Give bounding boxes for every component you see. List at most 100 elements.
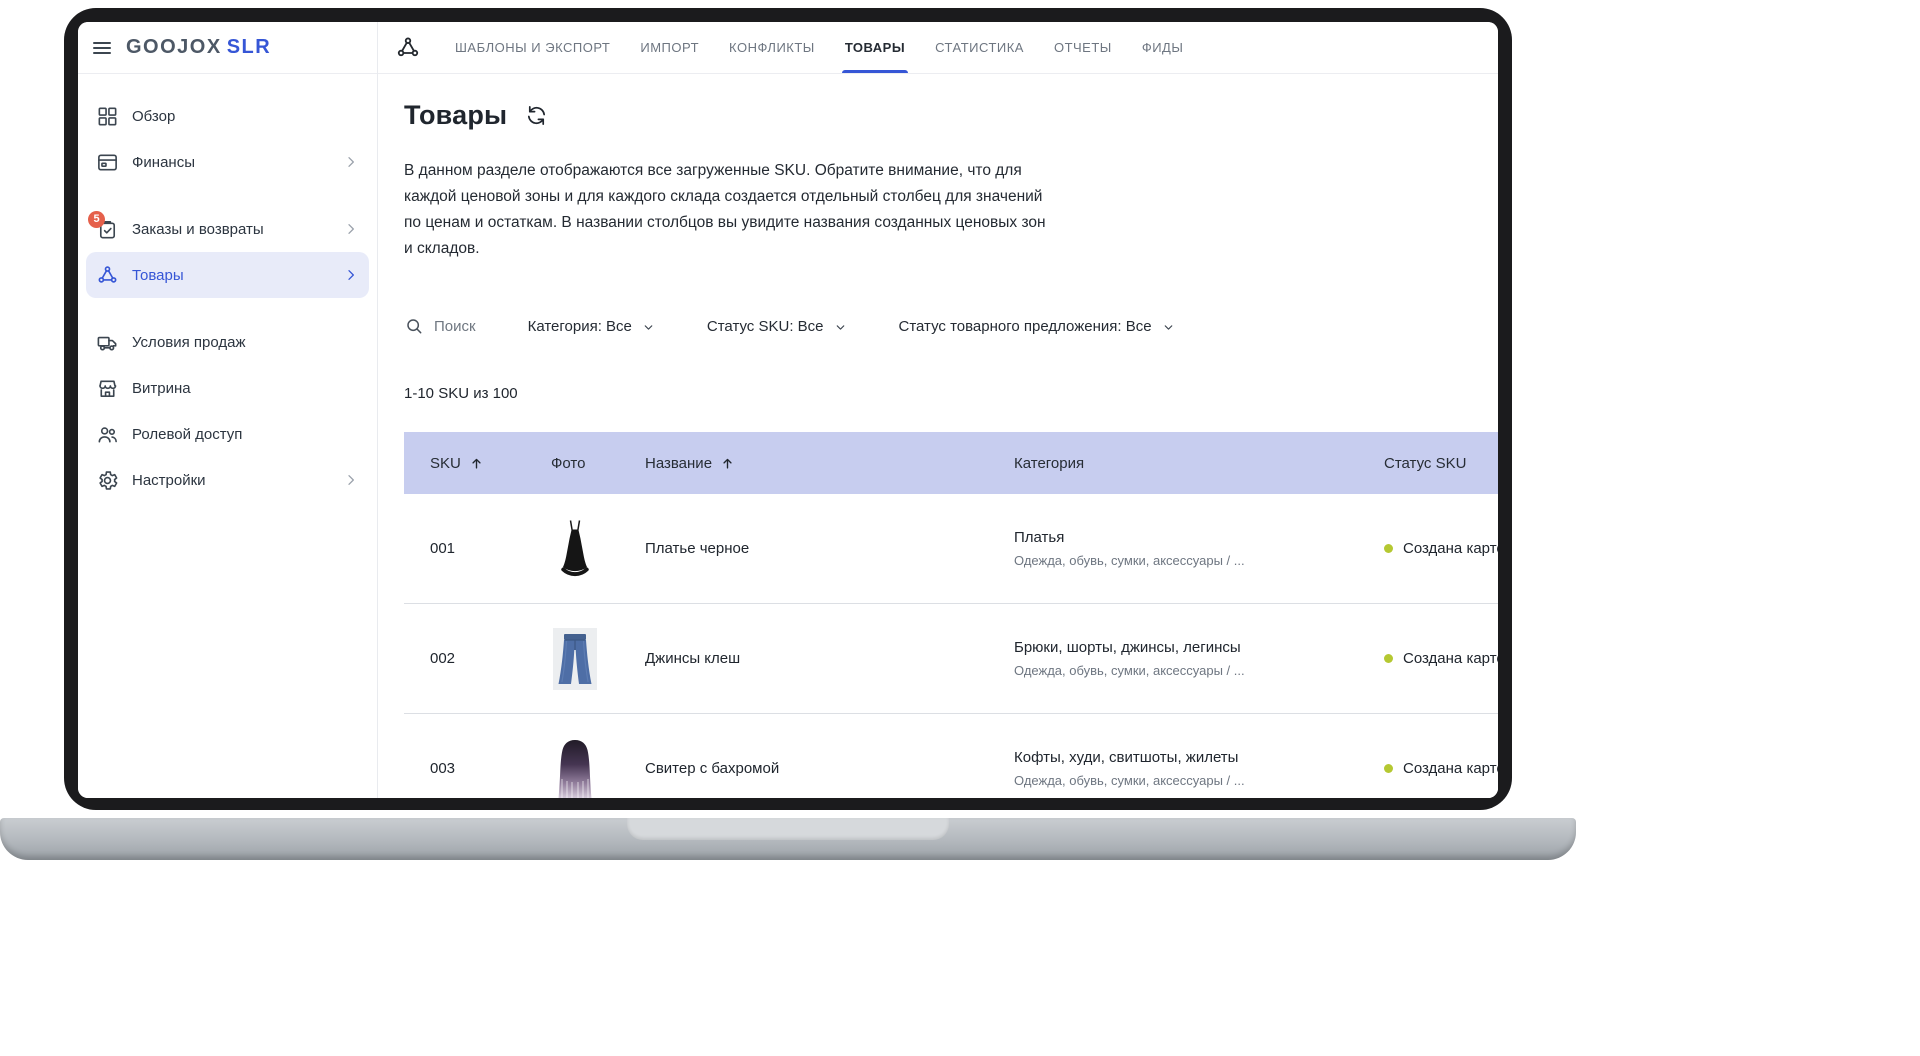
gear-icon — [96, 469, 119, 492]
people-icon — [96, 423, 119, 446]
sidebar-item-label: Настройки — [132, 472, 206, 489]
table-header: SKU Фото Название КатегорияСтатус SKU — [404, 432, 1498, 494]
sidebar-item-label: Товары — [132, 267, 184, 284]
category-path: Одежда, обувь, сумки, аксессуары / ... — [1014, 663, 1384, 678]
category-filter[interactable]: Категория: Все — [528, 318, 655, 335]
tab-products[interactable]: ТОВАРЫ — [845, 22, 905, 73]
cell-photo — [551, 737, 645, 799]
products-table: SKU Фото Название КатегорияСтатус SKU 001 Пл… — [404, 432, 1498, 798]
sidebar-item-overview[interactable]: Обзор — [86, 93, 369, 139]
offer-status-filter[interactable]: Статус товарного предложения: Все — [899, 318, 1175, 335]
chevron-right-icon — [343, 221, 359, 237]
app-screen: GOOJOXSLR Обзор Финансы 5Заказы и возвраты… — [78, 22, 1498, 798]
cell-status: Создана карточка — [1384, 540, 1498, 557]
search-control[interactable]: Поиск — [404, 316, 476, 336]
column-header-name[interactable]: Название — [645, 455, 1014, 472]
cell-status: Создана карточка — [1384, 760, 1498, 777]
chevron-right-icon — [343, 267, 359, 283]
cell-sku: 002 — [430, 650, 551, 667]
filters-row: Поиск Категория: Все Статус SKU: Все — [404, 314, 1498, 338]
cell-photo — [551, 517, 645, 581]
category-main: Брюки, шорты, джинсы, легинсы — [1014, 639, 1384, 656]
category-path: Одежда, обувь, сумки, аксессуары / ... — [1014, 553, 1384, 568]
status-label: Создана карточка — [1403, 650, 1498, 667]
search-label: Поиск — [434, 318, 476, 335]
page-title: Товары — [404, 100, 507, 131]
sidebar-item-role-access[interactable]: Ролевой доступ — [86, 411, 369, 457]
tab-conflicts[interactable]: КОНФЛИКТЫ — [729, 22, 815, 73]
search-icon — [404, 316, 424, 336]
sidebar-item-label: Ролевой доступ — [132, 426, 242, 443]
chevron-down-icon — [642, 321, 655, 334]
sidebar-group: Условия продаж Витрина Ролевой доступ Настр… — [86, 319, 369, 503]
tab-import[interactable]: ИМПОРТ — [640, 22, 699, 73]
results-count: 1-10 SKU из 100 — [404, 384, 1498, 404]
table-row[interactable]: 001 Платье черноеПлатьяОдежда, обувь, сум… — [404, 494, 1498, 604]
product-photo-flare-jeans — [551, 627, 599, 691]
sidebar-item-label: Обзор — [132, 108, 175, 125]
page-content: Товары В данном разделе отображаются все… — [378, 74, 1498, 798]
cell-name: Платье черное — [645, 540, 1014, 557]
status-dot — [1384, 764, 1393, 773]
cell-name: Джинсы клеш — [645, 650, 1014, 667]
sort-asc-icon — [720, 456, 735, 471]
sku-status-filter[interactable]: Статус SKU: Все — [707, 318, 847, 335]
brand-name: GOOJOX — [126, 36, 222, 58]
hamburger-menu-icon[interactable] — [90, 36, 114, 60]
status-label: Создана карточка — [1403, 540, 1498, 557]
table-row[interactable]: 003Свитер с бахромойКофты, худи, свитшот… — [404, 714, 1498, 798]
title-row: Товары — [404, 98, 1498, 132]
tab-templates-export[interactable]: ШАБЛОНЫ И ЭКСПОРТ — [455, 22, 610, 73]
sidebar-menu: Обзор Финансы 5Заказы и возвраты Товары Усло… — [78, 74, 377, 522]
column-label: SKU — [430, 455, 461, 472]
laptop-base — [0, 818, 1576, 860]
sku-status-filter-label: Статус SKU: Все — [707, 318, 824, 335]
category-path: Одежда, обувь, сумки, аксессуары / ... — [1014, 773, 1384, 788]
tab-reports[interactable]: ОТЧЕТЫ — [1054, 22, 1112, 73]
column-label: Фото — [551, 455, 585, 472]
tab-statistics[interactable]: СТАТИСТИКА — [935, 22, 1024, 73]
sidebar-item-orders-returns[interactable]: 5Заказы и возвраты — [86, 206, 369, 252]
column-label: Название — [645, 455, 712, 472]
table-body: 001 Платье черноеПлатьяОдежда, обувь, сум… — [404, 494, 1498, 798]
cell-name: Свитер с бахромой — [645, 760, 1014, 777]
column-header-category: Категория — [1014, 455, 1384, 472]
chevron-right-icon — [343, 154, 359, 170]
chevron-right-icon — [343, 472, 359, 488]
sidebar-item-products[interactable]: Товары — [86, 252, 369, 298]
laptop-frame: GOOJOXSLR Обзор Финансы 5Заказы и возвраты… — [64, 8, 1512, 810]
cell-category: Кофты, худи, свитшоты, жилеты Одежда, обу… — [1014, 749, 1384, 788]
status-dot — [1384, 654, 1393, 663]
product-photo-fringe-sweater — [551, 737, 599, 799]
tab-feeds[interactable]: ФИДЫ — [1142, 22, 1184, 73]
status-dot — [1384, 544, 1393, 553]
table-row[interactable]: 002 Джинсы клешБрюки, шорты, джинсы, леги… — [404, 604, 1498, 714]
orders-icon: 5 — [96, 218, 119, 241]
sidebar-item-settings[interactable]: Настройки — [86, 457, 369, 503]
chevron-down-icon — [1162, 321, 1175, 334]
finance-icon — [96, 151, 119, 174]
cell-sku: 001 — [430, 540, 551, 557]
status-label: Создана карточка — [1403, 760, 1498, 777]
column-header-photo: Фото — [551, 455, 645, 472]
sort-asc-icon — [469, 456, 484, 471]
refresh-icon[interactable] — [525, 104, 548, 127]
column-header-sku[interactable]: SKU — [430, 455, 551, 472]
sidebar-item-label: Условия продаж — [132, 334, 246, 351]
sidebar-item-sales-terms[interactable]: Условия продаж — [86, 319, 369, 365]
chevron-down-icon — [834, 321, 847, 334]
sidebar-group: Обзор Финансы — [86, 93, 369, 185]
column-header-status: Статус SKU — [1384, 455, 1498, 472]
cell-status: Создана карточка — [1384, 650, 1498, 667]
brand-suffix: SLR — [227, 36, 272, 58]
truck-icon — [96, 331, 119, 354]
tab-bar: ШАБЛОНЫ И ЭКСПОРТ ИМПОРТ КОНФЛИКТЫ ТОВАРЫ СТ… — [455, 22, 1213, 73]
page-description: В данном разделе отображаются все загруж… — [404, 158, 1049, 262]
category-filter-label: Категория: Все — [528, 318, 632, 335]
products-section-icon — [395, 35, 421, 61]
category-main: Кофты, худи, свитшоты, жилеты — [1014, 749, 1384, 766]
sidebar-group: 5Заказы и возвраты Товары — [86, 206, 369, 298]
sidebar-item-finances[interactable]: Финансы — [86, 139, 369, 185]
cell-category: ПлатьяОдежда, обувь, сумки, аксессуары /… — [1014, 529, 1384, 568]
sidebar-item-storefront[interactable]: Витрина — [86, 365, 369, 411]
